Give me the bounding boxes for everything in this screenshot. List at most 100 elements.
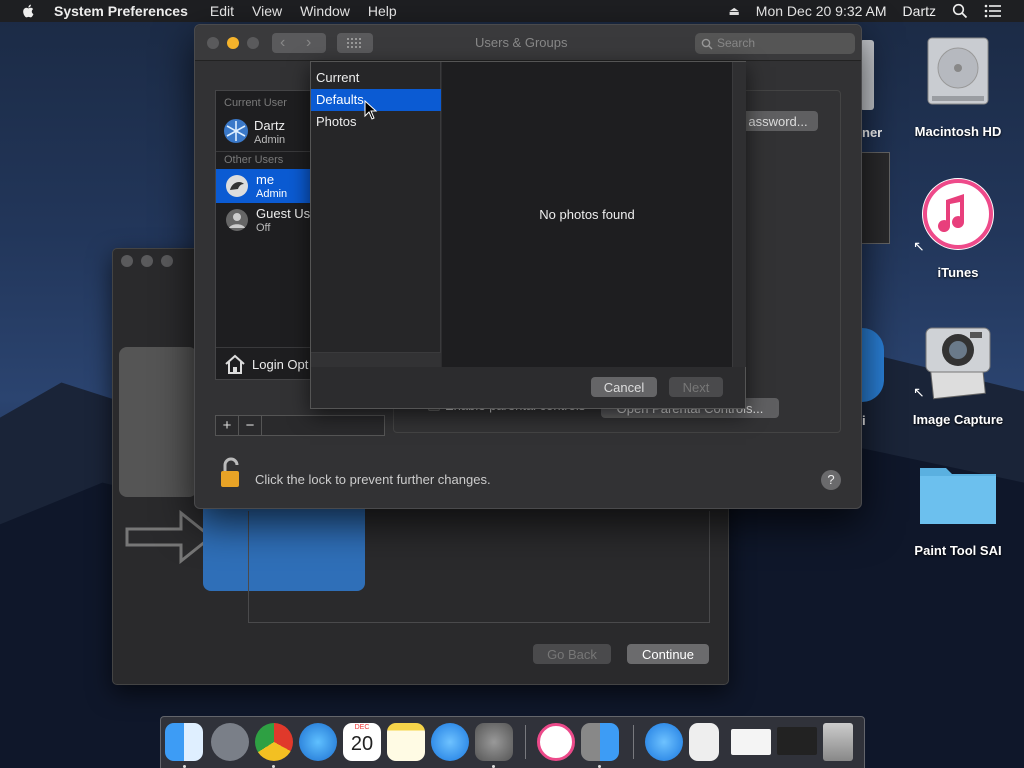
menu-help[interactable]: Help: [368, 3, 397, 19]
go-back-button[interactable]: Go Back: [533, 644, 611, 664]
window-thumbnail-dock-icon[interactable]: [731, 729, 771, 755]
hard-drive-icon: [927, 37, 989, 105]
chrome-dock-icon[interactable]: [255, 723, 293, 761]
partial-label: ner: [862, 125, 883, 140]
menu-view[interactable]: View: [252, 3, 282, 19]
downloads-app-store-dock-icon[interactable]: [645, 723, 683, 761]
itunes-label: iTunes: [937, 265, 979, 280]
house-icon: [225, 354, 245, 374]
partial-label: i: [862, 413, 866, 428]
search-field[interactable]: Search: [695, 33, 855, 54]
system-preferences-dock-icon[interactable]: [475, 723, 513, 761]
cancel-button[interactable]: Cancel: [591, 377, 657, 397]
dock-separator: [525, 725, 526, 759]
snowflake-avatar-icon: [224, 119, 248, 143]
menu-edit[interactable]: Edit: [210, 3, 234, 19]
menu-datetime[interactable]: Mon Dec 20 9:32 AM: [756, 3, 887, 19]
spotlight-search-icon[interactable]: [952, 3, 968, 19]
migration-assistant-dock-icon[interactable]: [581, 723, 619, 761]
empty-message: No photos found: [539, 207, 635, 222]
app-store-dock-icon[interactable]: [431, 723, 469, 761]
paint-tool-sai-desktop-icon[interactable]: Paint Tool SAI: [903, 458, 1013, 562]
next-button[interactable]: Next: [669, 377, 723, 397]
user-name: me: [256, 172, 275, 187]
window-title: Users & Groups: [475, 35, 568, 50]
dock: DEC 20: [160, 716, 865, 768]
alias-arrow-icon: ↖: [913, 238, 925, 254]
unlocked-padlock-icon[interactable]: [219, 457, 243, 489]
itunes-desktop-icon[interactable]: ↖ iTunes: [903, 176, 1013, 284]
notification-center-icon[interactable]: [984, 4, 1002, 18]
trash-dock-icon[interactable]: [823, 723, 853, 761]
dock-separator: [633, 725, 634, 759]
add-user-button[interactable]: +: [216, 416, 239, 435]
image-capture-desktop-icon[interactable]: ↖ Image Capture: [903, 322, 1013, 432]
calendar-month: DEC: [354, 724, 370, 731]
back-forward-buttons: ‹ ›: [272, 33, 326, 53]
guest-avatar-icon: [226, 209, 248, 231]
photo-picker-sheet: Current Defaults Photos No photos found …: [310, 61, 746, 409]
eject-icon[interactable]: ⏏: [728, 4, 739, 18]
image-capture-label: Image Capture: [912, 412, 1004, 427]
calendar-dock-icon[interactable]: DEC 20: [343, 723, 381, 761]
calendar-day: 20: [350, 733, 374, 755]
macintosh-hd-label: Macintosh HD: [914, 124, 1002, 139]
horizontal-scrollbar[interactable]: [311, 352, 441, 367]
lock-message: Click the lock to prevent further change…: [255, 472, 491, 487]
launchpad-dock-icon[interactable]: [211, 723, 249, 761]
finder-dock-icon[interactable]: [165, 723, 203, 761]
grid-icon: [347, 38, 361, 48]
menu-window[interactable]: Window: [300, 3, 350, 19]
safari-dock-icon[interactable]: [299, 723, 337, 761]
macintosh-hd-desktop-icon[interactable]: Macintosh HD: [903, 30, 1013, 142]
close-button[interactable]: [121, 255, 133, 267]
login-options-label: Login Opt: [252, 357, 309, 372]
vertical-scrollbar[interactable]: [732, 62, 746, 367]
remove-user-button[interactable]: −: [239, 416, 262, 435]
image-capture-icon: [925, 327, 991, 400]
show-all-button[interactable]: [337, 33, 373, 53]
partial-safari-icon: [862, 328, 884, 402]
partial-desktop-item: [860, 40, 874, 110]
zoom-button[interactable]: [247, 37, 259, 49]
menu-bar: System Preferences Edit View Window Help…: [0, 0, 1024, 22]
change-password-button[interactable]: assword...: [738, 111, 818, 131]
user-role: Admin: [254, 134, 286, 146]
menu-app-name[interactable]: System Preferences: [54, 3, 188, 19]
user-name: Dartz: [254, 118, 286, 133]
paint-tool-sai-label: Paint Tool SAI: [914, 543, 1002, 558]
other-users-section-label: Other Users: [224, 154, 284, 166]
notes-dock-icon[interactable]: [387, 723, 425, 761]
minimize-button[interactable]: [141, 255, 153, 267]
alias-arrow-icon: ↖: [913, 384, 925, 400]
photo-preview-area: No photos found: [442, 62, 732, 367]
partial-finder-card: [862, 152, 890, 244]
continue-button[interactable]: Continue: [627, 644, 709, 664]
folder-icon: [920, 468, 996, 524]
help-button[interactable]: ?: [821, 470, 841, 490]
screenshot-thumbnail-dock-icon[interactable]: [777, 727, 817, 755]
content-panel: [248, 511, 710, 623]
user-name: Guest Us: [256, 206, 311, 221]
mouse-cursor-icon: [364, 100, 378, 120]
minimize-button[interactable]: [227, 37, 239, 49]
title-bar: ‹ › Users & Groups Search: [195, 25, 861, 61]
zoom-button[interactable]: [161, 255, 173, 267]
eagle-avatar-icon: [226, 175, 248, 197]
search-icon: [701, 38, 713, 50]
user-role: Off: [256, 222, 271, 234]
current-user-section-label: Current User: [224, 97, 287, 109]
arrow-illustration: [125, 509, 214, 565]
user-role: Admin: [256, 188, 288, 200]
finder-face-illustration-left: [119, 347, 197, 497]
source-current[interactable]: Current: [311, 67, 441, 89]
chevron-left-icon[interactable]: ‹: [280, 33, 285, 53]
apple-menu-icon[interactable]: [20, 3, 38, 19]
menu-user[interactable]: Dartz: [903, 3, 936, 19]
itunes-icon: [922, 178, 994, 250]
chevron-right-icon[interactable]: ›: [306, 33, 311, 53]
add-remove-bar: + −: [215, 415, 385, 436]
itunes-dock-icon[interactable]: [537, 723, 575, 761]
document-dock-icon[interactable]: [689, 723, 719, 761]
close-button[interactable]: [207, 37, 219, 49]
